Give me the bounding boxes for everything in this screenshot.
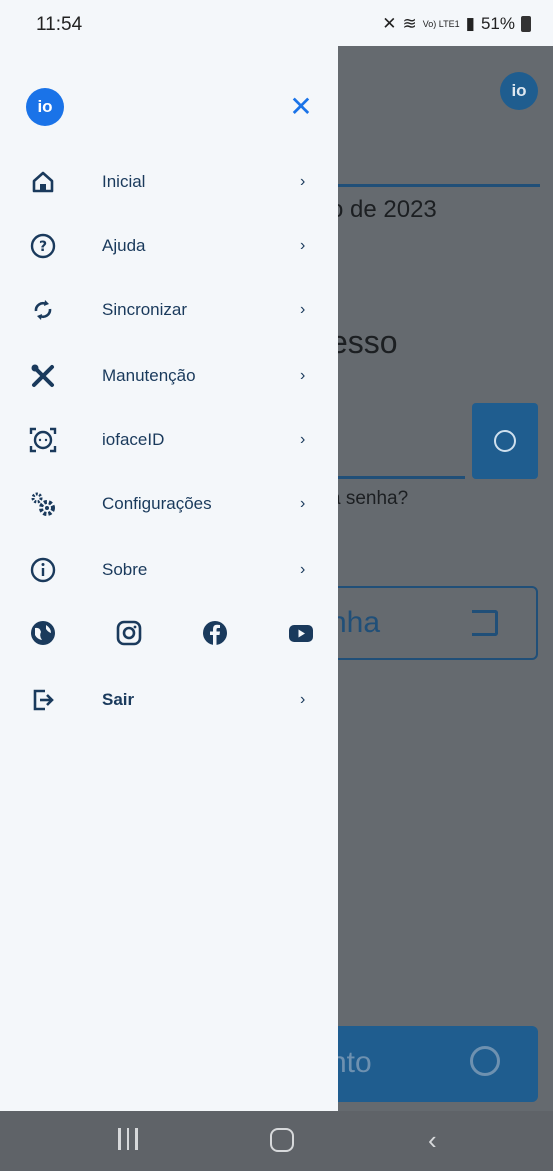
menu-item-inicial[interactable]: Inicial › <box>0 152 338 212</box>
menu-item-ajuda[interactable]: ? Ajuda › <box>0 216 338 276</box>
battery-percent: 51% <box>480 14 515 33</box>
social-links <box>0 614 338 654</box>
menu-item-sobre[interactable]: Sobre › <box>0 540 338 600</box>
menu-item-sincronizar[interactable]: Sincronizar › <box>0 280 338 340</box>
background-user-button <box>472 403 538 479</box>
chevron-right-icon: › <box>300 561 306 578</box>
app-logo: io <box>26 88 64 126</box>
youtube-icon[interactable] <box>286 618 316 648</box>
face-icon <box>470 1046 500 1076</box>
gear-icon <box>28 489 58 519</box>
menu-label-sobre: Sobre <box>102 560 148 579</box>
back-button[interactable]: ‹ <box>428 1125 437 1156</box>
chevron-right-icon: › <box>300 691 306 708</box>
background-forgot-password: a senha? <box>330 488 409 509</box>
recents-button[interactable] <box>118 1128 140 1152</box>
chevron-right-icon: › <box>300 367 306 384</box>
status-bar: 11:54 ✕ ≋ Vo) LTE1 ▮ 51% <box>0 0 553 46</box>
menu-label-sincronizar: Sincronizar <box>102 300 188 319</box>
menu-item-sair[interactable]: Sair › <box>0 670 338 730</box>
background-input-line <box>330 476 465 479</box>
menu-item-configuracoes[interactable]: Configurações › <box>0 474 338 534</box>
menu-label-manutencao: Manutenção <box>102 366 196 385</box>
menu-label-configuracoes: Configurações <box>102 494 212 513</box>
chevron-right-icon: › <box>300 173 306 190</box>
background-title: esso <box>330 324 398 360</box>
sync-icon <box>28 295 58 325</box>
menu-label-inicial: Inicial <box>102 172 146 191</box>
background-date: o de 2023 <box>330 196 437 223</box>
close-icon[interactable]: ✕ <box>286 92 316 122</box>
system-nav-bar: ‹ <box>0 1111 553 1171</box>
home-button[interactable] <box>270 1128 294 1152</box>
status-icons: ✕ ≋ Vo) LTE1 ▮ 51% <box>382 14 531 34</box>
navigation-drawer: io ✕ Inicial › ? Ajuda › Sincronizar › M… <box>0 46 338 1111</box>
login-icon <box>472 610 498 636</box>
chevron-right-icon: › <box>300 237 306 254</box>
menu-label-iofaceid: iofaceID <box>102 430 165 449</box>
home-icon <box>28 167 58 197</box>
signal-icon: ▮ <box>465 14 475 33</box>
svg-text:?: ? <box>39 239 47 255</box>
menu-item-iofaceid[interactable]: iofaceID › <box>0 410 338 470</box>
menu-item-manutencao[interactable]: Manutenção › <box>0 346 338 406</box>
mute-icon: ✕ <box>382 14 397 33</box>
globe-icon[interactable] <box>28 618 58 648</box>
tools-icon <box>28 361 58 391</box>
facebook-icon[interactable] <box>200 618 230 648</box>
logout-icon <box>28 685 58 715</box>
info-icon <box>28 555 58 585</box>
background-logo: io <box>500 72 538 110</box>
face-id-icon <box>28 425 58 455</box>
wifi-icon: ≋ <box>402 14 417 33</box>
network-label: Vo) LTE1 <box>422 19 460 29</box>
battery-icon <box>521 16 531 32</box>
menu-label-ajuda: Ajuda <box>102 236 146 255</box>
chevron-right-icon: › <box>300 431 306 448</box>
chevron-right-icon: › <box>300 495 306 512</box>
user-icon <box>494 430 516 452</box>
background-divider <box>330 184 540 187</box>
menu-label-sair: Sair <box>102 690 135 709</box>
status-time: 11:54 <box>36 14 83 35</box>
chevron-right-icon: › <box>300 301 306 318</box>
instagram-icon[interactable] <box>114 618 144 648</box>
help-icon: ? <box>28 231 58 261</box>
